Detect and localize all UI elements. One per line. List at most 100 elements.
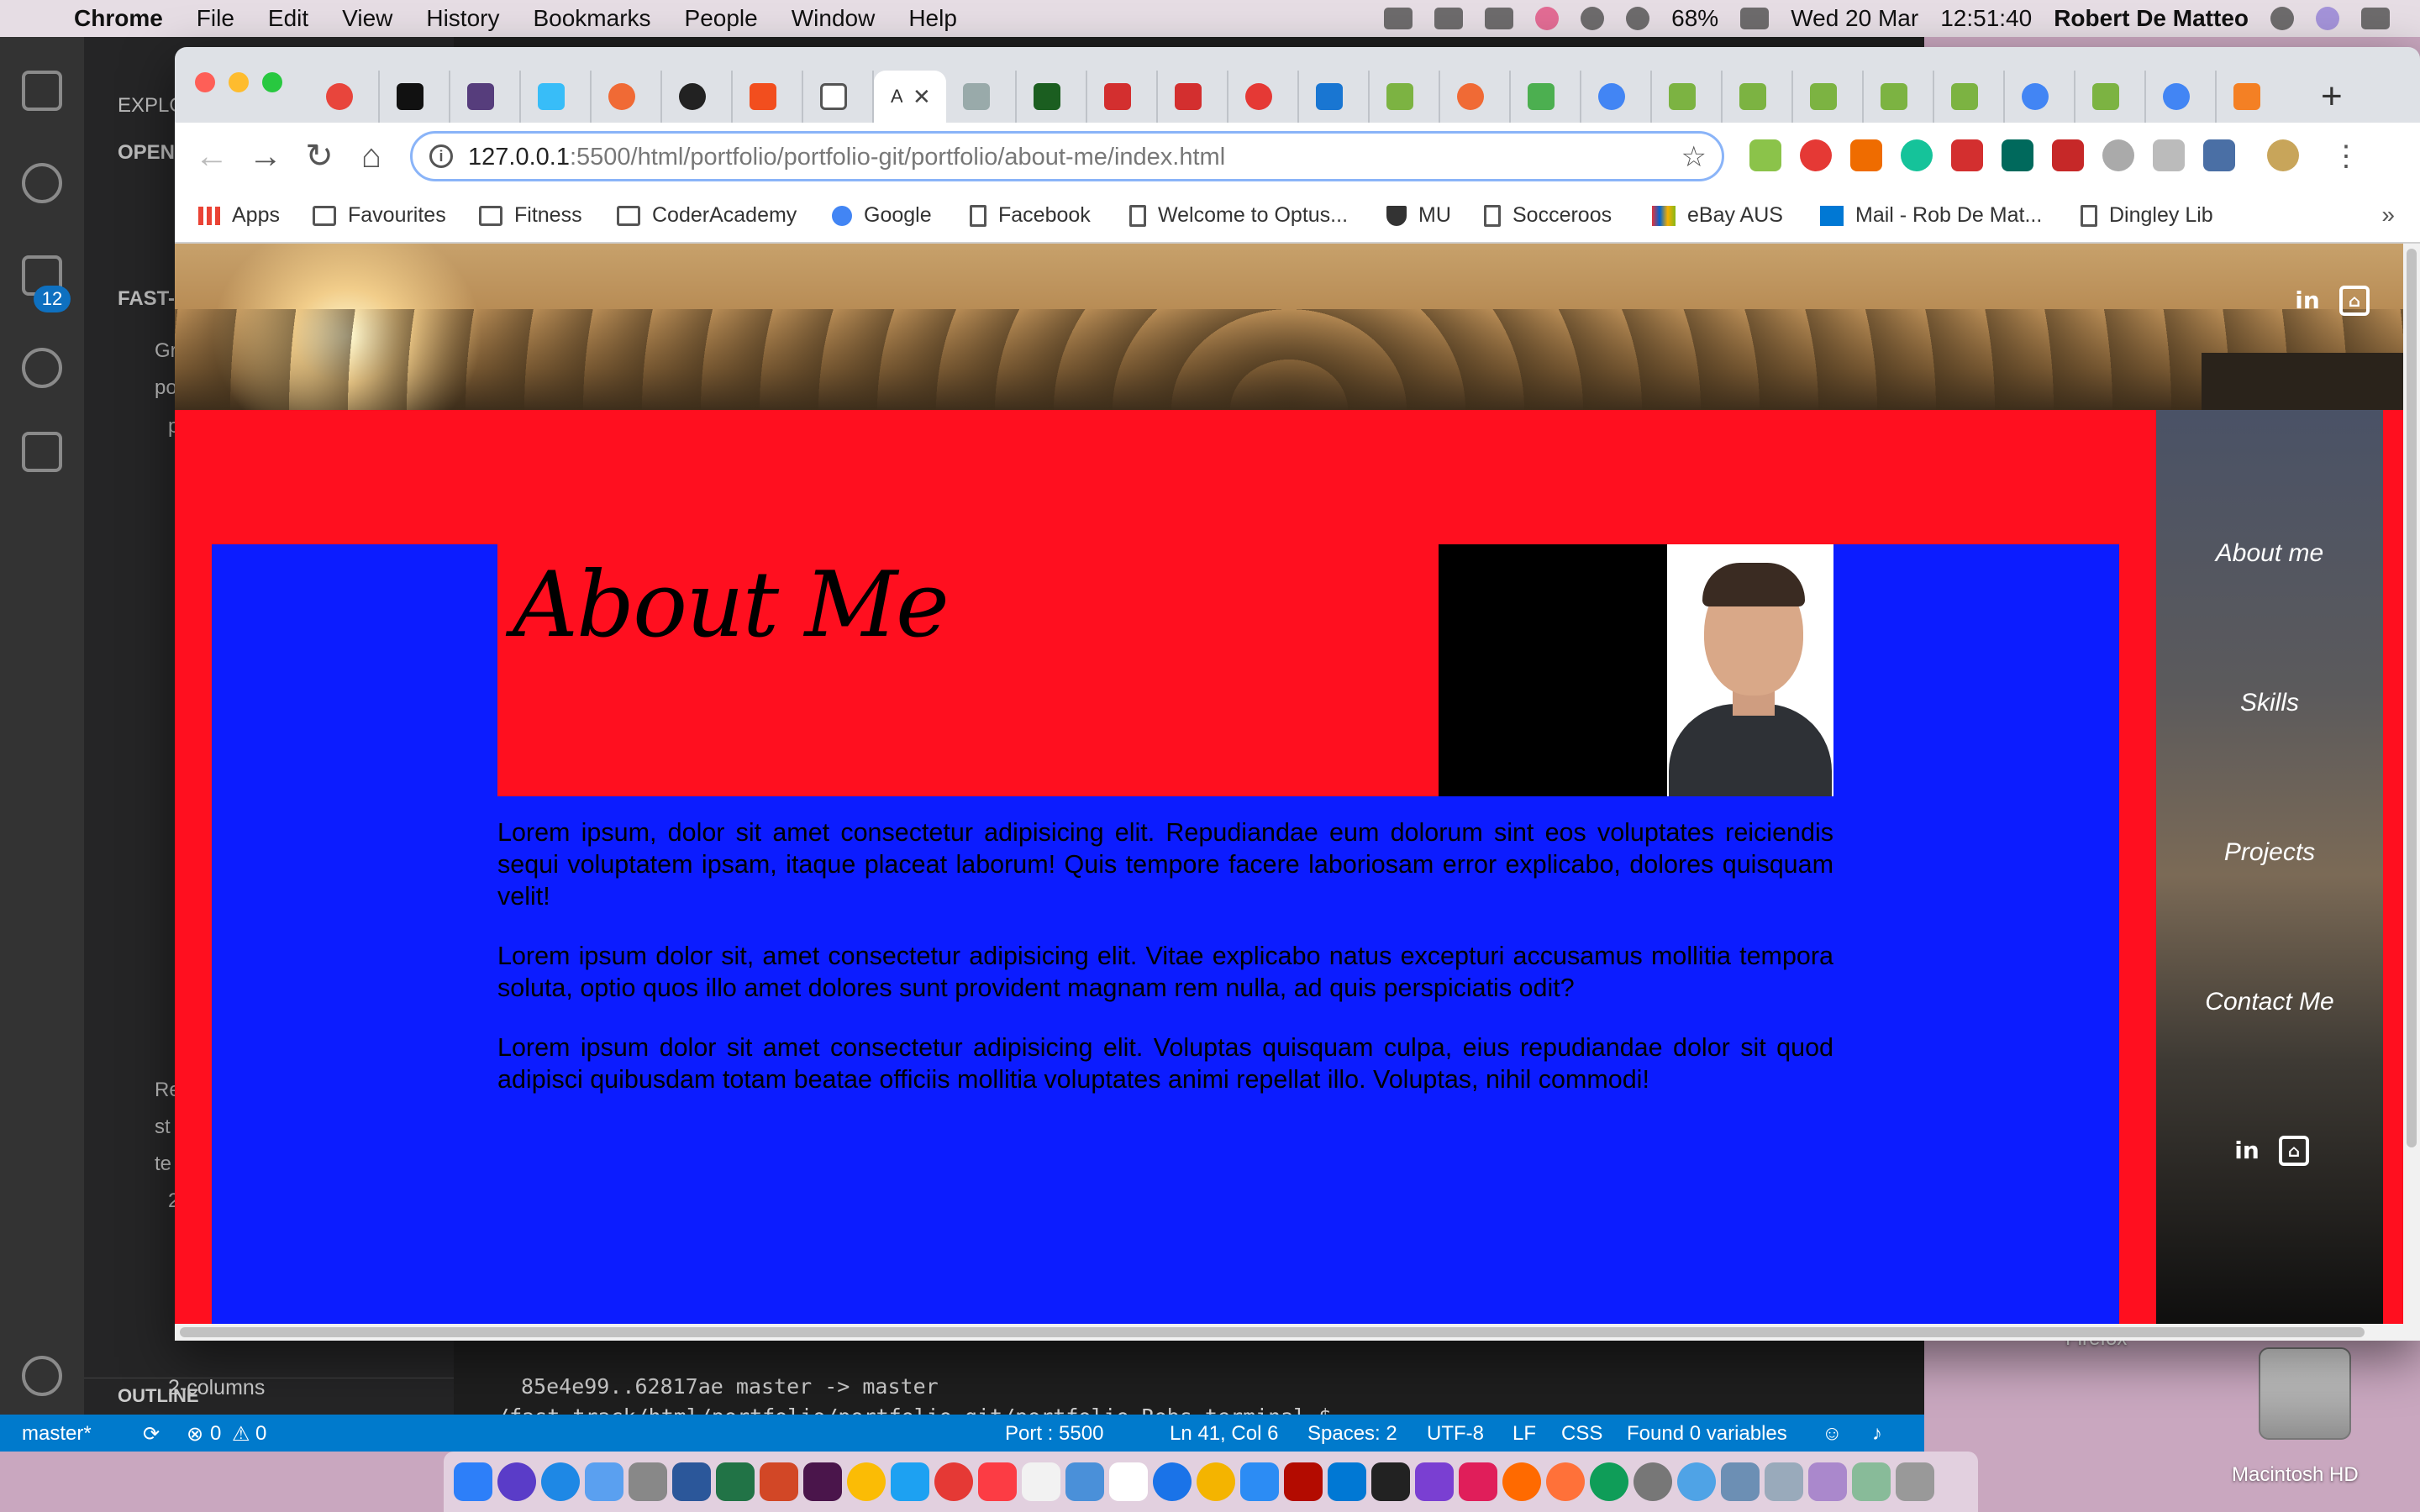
explorer-icon[interactable] [22, 71, 62, 111]
tree-item[interactable]: te [155, 1152, 171, 1176]
desktop-hd-label[interactable]: Macintosh HD [2232, 1463, 2359, 1487]
icloud-icon[interactable] [585, 1462, 623, 1501]
extension-icon[interactable] [2002, 139, 2033, 171]
chrome-menu-icon[interactable]: ⋮ [2326, 136, 2366, 176]
battery-percent[interactable]: 68% [1671, 5, 1718, 32]
live-server-port[interactable]: Port : 5500 [1005, 1422, 1103, 1446]
grammarly-icon[interactable] [1901, 139, 1933, 171]
encoding[interactable]: UTF-8 [1427, 1422, 1484, 1446]
app-icon[interactable] [891, 1462, 929, 1501]
notification-center-icon[interactable] [2361, 8, 2390, 29]
extension-icon[interactable] [1800, 139, 1832, 171]
extension-icon[interactable] [2153, 139, 2185, 171]
error-count[interactable]: 0 [210, 1422, 221, 1446]
eol[interactable]: LF [1512, 1422, 1536, 1446]
cloud-icon[interactable] [1384, 8, 1413, 29]
battery-icon[interactable] [1740, 8, 1770, 29]
chrome-icon[interactable] [847, 1462, 886, 1501]
bookmark-folder[interactable]: Favourites [313, 203, 446, 228]
browser-tab[interactable] [662, 71, 733, 123]
more-bookmarks-chevron-icon[interactable]: » [2381, 202, 2395, 228]
record-icon[interactable] [1535, 7, 1560, 30]
excel-icon[interactable] [716, 1462, 755, 1501]
menu-people[interactable]: People [685, 5, 758, 32]
vertical-scrollbar[interactable] [2403, 244, 2420, 1341]
gitkraken-icon[interactable] [1590, 1462, 1628, 1501]
bookmark-link[interactable]: eBay AUS [1652, 203, 1783, 228]
search-icon[interactable] [22, 163, 62, 203]
linkedin-icon[interactable]: in [2232, 1136, 2262, 1166]
preview-icon[interactable] [1022, 1462, 1060, 1501]
app-store-icon[interactable] [1153, 1462, 1192, 1501]
slack-icon[interactable] [803, 1462, 842, 1501]
menu-history[interactable]: History [426, 5, 499, 32]
browser-tab[interactable] [946, 71, 1017, 123]
indent-setting[interactable]: Spaces: 2 [1307, 1422, 1397, 1446]
menubar-date[interactable]: Wed 20 Mar [1791, 5, 1918, 32]
menu-window[interactable]: Window [792, 5, 876, 32]
bookmark-folder[interactable]: CoderAcademy [617, 203, 797, 228]
bookmark-star-icon[interactable]: ☆ [1681, 140, 1707, 174]
menubar-user[interactable]: Robert De Matteo [2054, 5, 2249, 32]
feedback-smiley-icon[interactable]: ☺ [1822, 1422, 1843, 1446]
bookmark-apps[interactable]: Apps [198, 203, 280, 228]
nav-link-about-me[interactable]: About me [2156, 539, 2383, 568]
folder-stack-icon[interactable] [1765, 1462, 1803, 1501]
cursor-position[interactable]: Ln 41, Col 6 [1170, 1422, 1278, 1446]
extension-icon[interactable] [2203, 139, 2235, 171]
forward-button[interactable]: → [245, 136, 286, 176]
extensions-icon[interactable] [22, 432, 62, 472]
trash-icon[interactable] [1896, 1462, 1934, 1501]
browser-tab[interactable] [2217, 71, 2287, 123]
extension-icon[interactable] [2102, 139, 2134, 171]
bluetooth-icon[interactable] [1581, 7, 1605, 30]
browser-tab[interactable] [1793, 71, 1864, 123]
browser-tab[interactable] [1934, 71, 2005, 123]
address-bar[interactable]: i 127.0.0.1:5500/html/portfolio/portfoli… [410, 131, 1724, 181]
blocked-app-icon[interactable] [934, 1462, 973, 1501]
browser-tab[interactable] [1017, 71, 1087, 123]
office-extension-icon[interactable] [1850, 139, 1882, 171]
browser-tab[interactable] [803, 71, 874, 123]
terminal-icon[interactable] [1371, 1462, 1410, 1501]
app-icon[interactable] [1677, 1462, 1716, 1501]
bookmark-link[interactable]: Welcome to Optus... [1129, 203, 1348, 228]
outline-panel-header[interactable]: OUTLINE [84, 1378, 454, 1415]
profile-avatar[interactable] [2267, 139, 2299, 171]
settings-gear-icon[interactable] [22, 1356, 62, 1396]
horizontal-scrollbar[interactable] [175, 1324, 2403, 1341]
extension-icon[interactable] [1951, 139, 1983, 171]
browser-tab[interactable] [380, 71, 450, 123]
calendar-icon[interactable] [1109, 1462, 1148, 1501]
linkedin-icon[interactable]: in [2292, 286, 2323, 316]
home-button[interactable]: ⌂ [351, 136, 392, 176]
browser-tab[interactable] [2075, 71, 2146, 123]
extension-icon[interactable] [1749, 139, 1781, 171]
bookmark-link[interactable]: Google [832, 203, 932, 228]
browser-tab[interactable] [1370, 71, 1440, 123]
image-capture-icon[interactable] [1065, 1462, 1104, 1501]
browser-tab[interactable] [450, 71, 521, 123]
safari-icon[interactable] [541, 1462, 580, 1501]
acrobat-extension-icon[interactable] [2052, 139, 2084, 171]
folder-stack-icon[interactable] [1852, 1462, 1891, 1501]
nav-link-skills[interactable]: Skills [2156, 689, 2383, 717]
bookmark-folder[interactable]: Fitness [479, 203, 582, 228]
clipboard-icon[interactable] [1485, 8, 1514, 29]
browser-tab[interactable] [1723, 71, 1793, 123]
siri-icon[interactable] [2316, 7, 2339, 30]
spotlight-search-icon[interactable] [2270, 7, 2294, 30]
powerpoint-icon[interactable] [760, 1462, 798, 1501]
minimize-window-button[interactable] [229, 72, 249, 92]
browser-tab[interactable] [1440, 71, 1511, 123]
browser-tab[interactable] [1158, 71, 1228, 123]
browser-tab[interactable] [1087, 71, 1158, 123]
new-tab-button[interactable]: + [2321, 76, 2343, 118]
menu-edit[interactable]: Edit [268, 5, 308, 32]
browser-tab[interactable] [1652, 71, 1723, 123]
folder-label[interactable]: FAST- [118, 287, 175, 311]
reload-button[interactable]: ↻ [299, 136, 339, 176]
browser-tab[interactable] [1299, 71, 1370, 123]
sync-icon[interactable]: ⟳ [143, 1422, 160, 1446]
bookmark-link[interactable]: Dingley Lib [2081, 203, 2213, 228]
